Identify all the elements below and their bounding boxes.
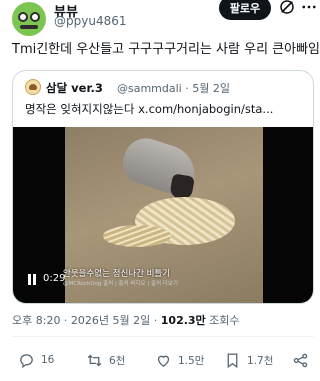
pause-icon[interactable]	[27, 274, 37, 285]
divider	[12, 336, 314, 337]
reply-count: 16	[41, 354, 55, 366]
retweet-count: 6천	[109, 354, 126, 367]
quote-handle-date: @sammdali · 5월 2일	[117, 82, 230, 95]
video-noodles	[103, 225, 171, 247]
like-button[interactable]: 1.5만	[155, 348, 204, 372]
video-watermark: @MCRockDog 출처 | 출처 비디오 | 출처 더보기	[63, 281, 178, 287]
video-player[interactable]: 안웃을수없는 정신나간 비틀기 @MCRockDog 출처 | 출처 비디오 |…	[13, 127, 313, 303]
follow-button[interactable]: 팔로우	[219, 0, 271, 20]
video-time: 0:29	[43, 273, 66, 284]
tweet-header: 뷰뷰 @ppyu4861 팔로우	[0, 0, 320, 40]
more-options-icon[interactable]	[300, 0, 318, 16]
action-bar: 16 6천 1.5만 1.7천	[0, 348, 320, 372]
grok-icon[interactable]	[278, 0, 296, 16]
bookmark-count: 1.7천	[247, 354, 274, 367]
avatar-eye	[18, 12, 28, 22]
quote-text: 명작은 잊혀지지않는다 x.com/honjabogin/sta...	[25, 101, 273, 117]
tweet-text: Tmi긴한데 우산들고 구구구구거리는 사람 우리 큰아빠임	[12, 42, 320, 57]
tweet-meta: 오후 8:20 · 2026년 5월 2일 · 102.3만 조회수	[12, 312, 240, 328]
avatar-eye	[30, 12, 40, 22]
video-subtitle: 안웃을수없는 정신나간 비틀기	[63, 269, 171, 279]
quote-author-name[interactable]: 삼달 ver.3	[46, 80, 103, 96]
reply-button[interactable]: 16	[18, 348, 54, 372]
quote-avatar[interactable]	[25, 79, 41, 95]
views-count: 102.3만	[160, 314, 206, 327]
avatar-mouth	[20, 25, 38, 29]
reply-icon	[20, 353, 33, 368]
quote-link[interactable]: x.com/honjabogin/sta...	[138, 102, 273, 116]
retweet-button[interactable]: 6천	[86, 348, 125, 372]
heart-icon	[157, 355, 170, 367]
share-icon	[293, 353, 308, 367]
timestamp[interactable]: 오후 8:20 · 2026년 5월 2일 ·	[12, 314, 161, 327]
retweet-icon	[87, 354, 102, 366]
quote-body: 명작은 잊혀지지않는다	[25, 102, 139, 116]
bookmark-icon	[227, 352, 238, 368]
bookmark-button[interactable]: 1.7천	[224, 348, 273, 372]
quoted-tweet[interactable]: 삼달 ver.3 @sammdali · 5월 2일 명작은 잊혀지지않는다 x…	[12, 70, 314, 304]
like-count: 1.5만	[178, 354, 205, 367]
author-handle[interactable]: @ppyu4861	[54, 14, 126, 28]
share-button[interactable]	[292, 348, 309, 372]
views-label: 조회수	[205, 314, 240, 327]
avatar[interactable]	[12, 2, 46, 36]
